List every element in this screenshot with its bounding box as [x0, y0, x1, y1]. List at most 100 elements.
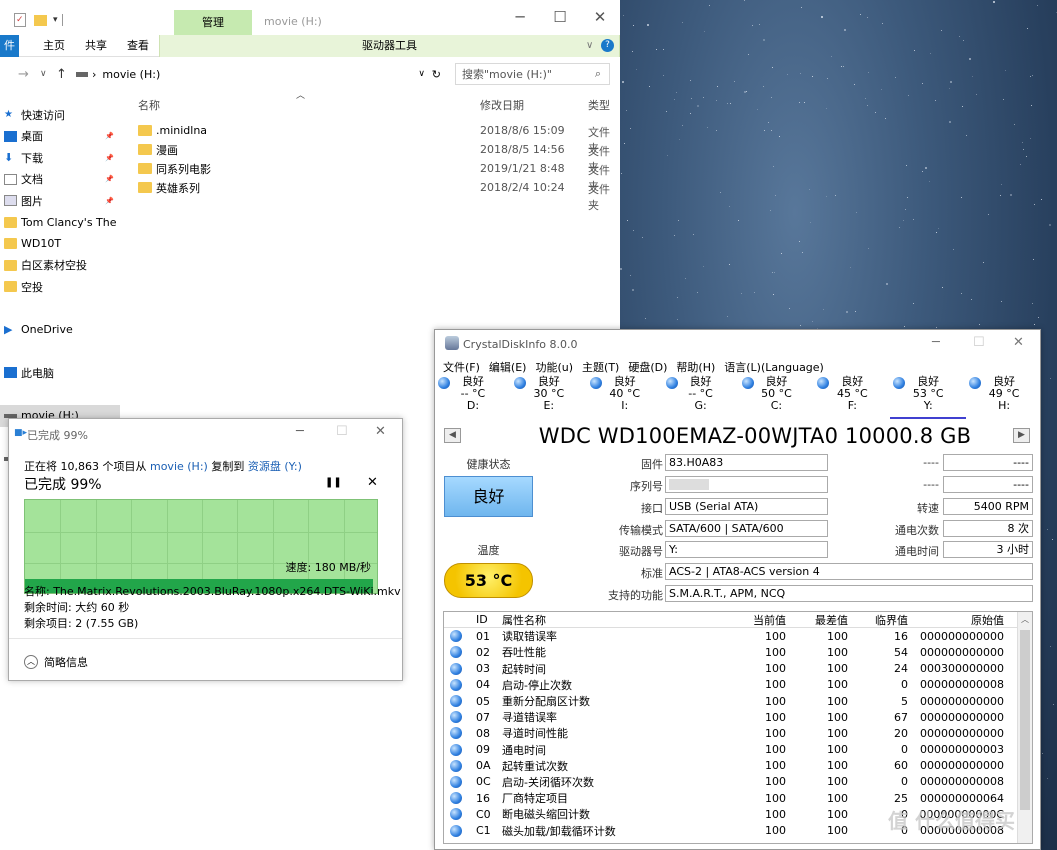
- transfer-speed-graph: 速度: 180 MB/秒: [24, 499, 378, 594]
- maximize-button[interactable]: ☐: [545, 8, 575, 26]
- up-icon[interactable]: ↑: [56, 67, 67, 82]
- column-worst[interactable]: 最差值: [786, 612, 848, 628]
- smart-row[interactable]: 09 通电时间 100 100 0 000000000003: [444, 742, 1032, 758]
- new-folder-icon[interactable]: [34, 14, 47, 26]
- column-header-name[interactable]: 名称: [138, 97, 160, 113]
- star-dot: [1023, 149, 1024, 150]
- close-button[interactable]: ✕: [1013, 335, 1024, 350]
- tab-home[interactable]: 主页: [33, 35, 75, 57]
- smart-row[interactable]: 01 读取错误率 100 100 16 000000000000: [444, 628, 1032, 644]
- cancel-button[interactable]: ✕: [367, 475, 378, 490]
- file-name: .minidlna: [156, 124, 208, 137]
- refresh-icon[interactable]: ↻: [432, 68, 441, 81]
- dialog-minimize-button[interactable]: ─: [296, 424, 304, 439]
- threshold-value: 24: [894, 662, 908, 676]
- star-dot: [809, 189, 810, 190]
- column-threshold[interactable]: 临界值: [848, 612, 908, 628]
- address-bar[interactable]: › movie (H:) ∨ ↻: [70, 63, 445, 85]
- pin-icon[interactable]: 📌: [105, 154, 114, 162]
- destination-link[interactable]: 资源盘 (Y:): [248, 460, 302, 473]
- star-dot: [1022, 142, 1023, 143]
- nav-item[interactable]: WD10T: [0, 233, 120, 255]
- nav-item[interactable]: ★ 快速访问: [0, 104, 120, 126]
- less-info-toggle[interactable]: ︿ 简略信息: [24, 654, 88, 670]
- dialog-maximize-button[interactable]: ☐: [336, 424, 348, 439]
- maximize-button[interactable]: ☐: [973, 335, 985, 350]
- vertical-scrollbar[interactable]: ︿: [1017, 612, 1032, 843]
- nav-item[interactable]: ▶ OneDrive: [0, 319, 120, 341]
- health-status-button[interactable]: 良好: [444, 476, 533, 517]
- recent-dropdown-icon[interactable]: ∨: [40, 69, 47, 79]
- star-dot: [781, 253, 782, 254]
- smart-row[interactable]: 02 吞吐性能 100 100 54 000000000000: [444, 644, 1032, 660]
- pin-icon[interactable]: 📌: [105, 197, 114, 205]
- source-link[interactable]: movie (H:): [150, 460, 208, 473]
- column-raw[interactable]: 原始值: [908, 612, 1004, 628]
- drive-tab[interactable]: 良好 -- °C D:: [435, 373, 511, 419]
- help-icon[interactable]: ?: [601, 39, 614, 52]
- star-dot: [846, 311, 848, 313]
- star-dot: [746, 91, 747, 92]
- nav-item[interactable]: 文档 📌: [0, 169, 120, 191]
- drive-tab[interactable]: 良好 49 °C H:: [966, 373, 1042, 419]
- scroll-up-icon[interactable]: ︿: [1021, 614, 1029, 625]
- tab-manage[interactable]: 管理: [174, 10, 252, 35]
- dialog-close-button[interactable]: ✕: [375, 424, 386, 439]
- properties-icon[interactable]: ✓: [14, 13, 26, 27]
- smart-row[interactable]: 16 厂商特定项目 100 100 25 000000000064: [444, 790, 1032, 806]
- column-header-type[interactable]: 类型: [588, 97, 610, 113]
- star-dot: [779, 136, 780, 137]
- nav-item[interactable]: 图片 📌: [0, 190, 120, 212]
- nav-item[interactable]: Tom Clancy's The: [0, 212, 120, 234]
- nav-item[interactable]: 此电脑: [0, 362, 120, 384]
- search-icon[interactable]: ⌕: [595, 67, 601, 81]
- forward-icon[interactable]: →: [18, 67, 29, 82]
- pin-icon[interactable]: 📌: [105, 132, 114, 140]
- drive-tab[interactable]: 良好 45 °C F:: [814, 373, 890, 419]
- expand-ribbon-icon[interactable]: ∨: [586, 40, 593, 51]
- nav-item[interactable]: ⬇ 下载 📌: [0, 147, 120, 169]
- drive-tab[interactable]: 良好 53 °C Y:: [890, 373, 967, 419]
- minimize-button[interactable]: ─: [505, 8, 535, 26]
- nav-item[interactable]: 桌面 📌: [0, 126, 120, 148]
- close-button[interactable]: ✕: [585, 8, 615, 26]
- smart-row[interactable]: 03 起转时间 100 100 24 000300000000: [444, 661, 1032, 677]
- nav-item[interactable]: 白区素材空投: [0, 255, 120, 277]
- drive-tab[interactable]: 良好 40 °C I:: [587, 373, 663, 419]
- previous-disk-button[interactable]: ◀: [444, 428, 461, 443]
- tab-file[interactable]: 件: [0, 34, 19, 57]
- smart-row[interactable]: 05 重新分配扇区计数 100 100 5 000000000000: [444, 693, 1032, 709]
- address-dropdown-icon[interactable]: ∨: [418, 69, 425, 79]
- pin-icon[interactable]: 📌: [105, 175, 114, 183]
- drive-tab[interactable]: 良好 50 °C C:: [739, 373, 815, 419]
- file-row[interactable]: .minidlna: [138, 121, 207, 140]
- column-attribute-name[interactable]: 属性名称: [502, 612, 724, 628]
- column-id[interactable]: ID: [476, 613, 502, 626]
- drive-tab[interactable]: 良好 30 °C E:: [511, 373, 587, 419]
- smart-row[interactable]: 07 寻道错误率 100 100 67 000000000000: [444, 709, 1032, 725]
- file-row[interactable]: 漫画: [138, 140, 178, 159]
- smart-row[interactable]: 08 寻道时间性能 100 100 20 000000000000: [444, 725, 1032, 741]
- customize-arrow-icon[interactable]: ▾: [53, 15, 58, 25]
- next-disk-button[interactable]: ▶: [1013, 428, 1030, 443]
- column-current[interactable]: 当前值: [724, 612, 786, 628]
- pause-button[interactable]: ❚❚: [325, 477, 342, 488]
- column-header-date[interactable]: 修改日期: [480, 97, 524, 113]
- file-row[interactable]: 英雄系列: [138, 178, 200, 197]
- drive-tab[interactable]: 良好 -- °C G:: [663, 373, 739, 419]
- smart-row[interactable]: 04 启动-停止次数 100 100 0 000000000008: [444, 677, 1032, 693]
- tab-drive-tools[interactable]: 驱动器工具: [159, 34, 620, 57]
- file-row[interactable]: 同系列电影: [138, 159, 211, 178]
- search-input[interactable]: 搜索"movie (H:)" ⌕: [455, 63, 610, 85]
- tab-share[interactable]: 共享: [75, 35, 117, 57]
- tab-view[interactable]: 查看: [117, 35, 159, 57]
- copy-description: 正在将 10,863 个项目从 movie (H:) 复制到 资源盘 (Y:): [24, 458, 302, 474]
- minimize-button[interactable]: ─: [932, 335, 940, 350]
- smart-row[interactable]: 0A 起转重试次数 100 100 60 000000000000: [444, 758, 1032, 774]
- breadcrumb-current[interactable]: movie (H:): [102, 68, 160, 81]
- star-dot: [1030, 138, 1031, 139]
- scrollbar-thumb[interactable]: [1020, 630, 1030, 810]
- drive-letter: H:: [998, 399, 1011, 412]
- nav-item[interactable]: 空投: [0, 276, 120, 298]
- smart-row[interactable]: 0C 启动-关闭循环次数 100 100 0 000000000008: [444, 774, 1032, 790]
